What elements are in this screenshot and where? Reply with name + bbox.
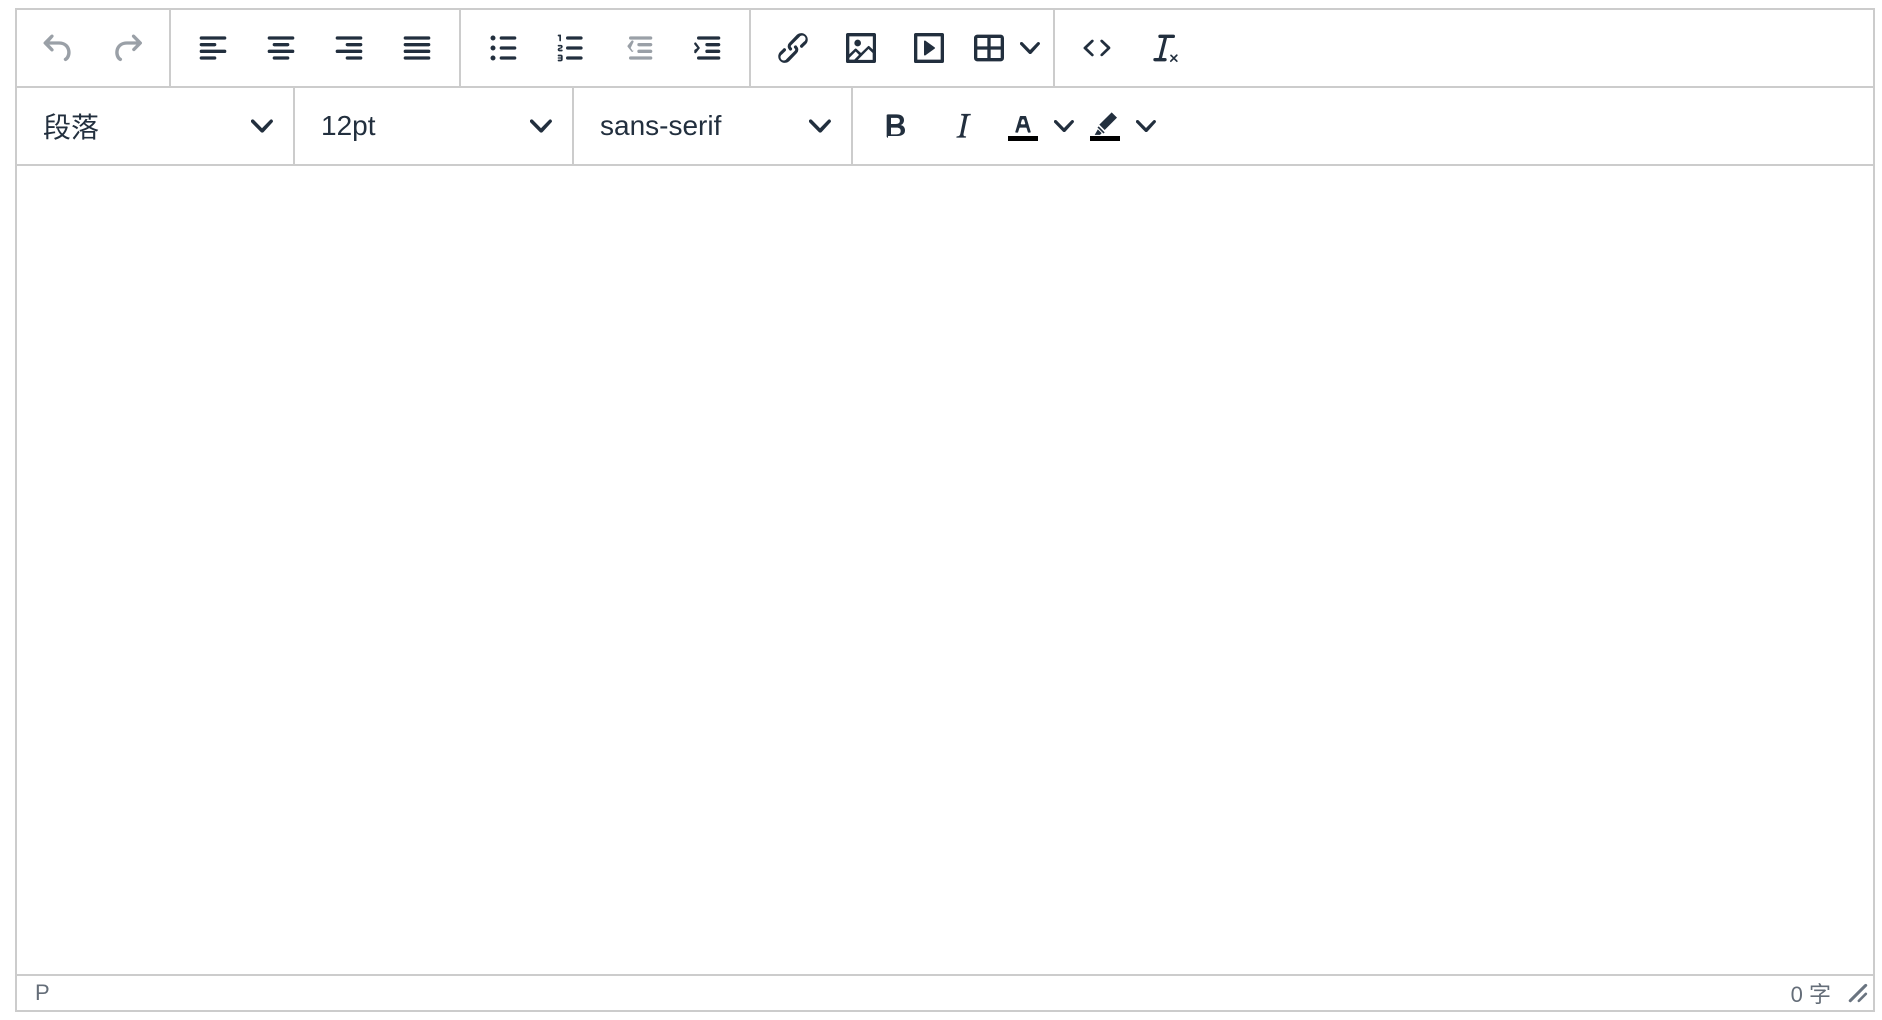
- chevron-down-icon: [1020, 41, 1040, 55]
- italic-icon: [956, 113, 971, 138]
- chevron-down-icon: [809, 119, 831, 133]
- toolbar-row-formatting: 段落 12pt sans-serif: [17, 88, 1873, 166]
- chevron-down-icon: [251, 119, 273, 133]
- image-icon: [846, 33, 876, 63]
- numbered-list-button[interactable]: [537, 9, 605, 87]
- link-icon: [778, 33, 808, 63]
- rich-text-editor: 段落 12pt sans-serif P 0 字: [15, 8, 1875, 1012]
- redo-button[interactable]: [93, 9, 161, 87]
- toolbar-group-insert: [751, 10, 1055, 86]
- toolbar-group-lists: [461, 10, 751, 86]
- highlight-color-button[interactable]: [1079, 87, 1161, 165]
- align-right-button[interactable]: [315, 9, 383, 87]
- source-code-icon: [1083, 39, 1111, 57]
- indent-icon: [694, 36, 721, 60]
- italic-button[interactable]: [929, 87, 997, 165]
- text-color-icon: [1008, 116, 1038, 141]
- outdent-icon: [627, 36, 653, 60]
- media-button[interactable]: [895, 9, 963, 87]
- align-justify-icon: [403, 36, 431, 60]
- editor-content-area[interactable]: [17, 166, 1873, 974]
- redo-icon: [115, 34, 142, 62]
- toolbar-group-tools: [1055, 10, 1207, 86]
- undo-icon: [43, 34, 71, 62]
- highlight-icon: [1090, 112, 1120, 141]
- bold-button[interactable]: [861, 87, 929, 165]
- outdent-button[interactable]: [605, 9, 673, 87]
- indent-button[interactable]: [673, 9, 741, 87]
- font-size-select[interactable]: 12pt: [295, 88, 574, 164]
- chevron-down-icon: [530, 119, 552, 133]
- media-icon: [914, 33, 944, 63]
- align-left-button[interactable]: [179, 9, 247, 87]
- numbered-list-icon: [557, 34, 583, 62]
- toolbar-group-text-style: [853, 88, 1169, 164]
- block-format-select[interactable]: 段落: [17, 88, 295, 164]
- table-icon: [974, 34, 1004, 62]
- font-family-value: sans-serif: [600, 110, 722, 141]
- element-path[interactable]: P: [35, 980, 50, 1006]
- link-button[interactable]: [759, 9, 827, 87]
- block-format-value: 段落: [43, 112, 100, 143]
- bullet-list-icon: [490, 35, 517, 61]
- align-left-icon: [199, 36, 227, 60]
- align-right-icon: [335, 36, 363, 60]
- toolbar-group-alignment: [171, 10, 461, 86]
- image-button[interactable]: [827, 9, 895, 87]
- table-button[interactable]: [963, 9, 1045, 87]
- align-justify-button[interactable]: [383, 9, 451, 87]
- align-center-button[interactable]: [247, 9, 315, 87]
- toolbar-row-primary: [17, 10, 1873, 88]
- text-color-button[interactable]: [997, 87, 1079, 165]
- bold-icon: [886, 114, 905, 138]
- statusbar: P 0 字: [17, 974, 1873, 1010]
- resize-handle-icon[interactable]: [1847, 982, 1869, 1004]
- word-count[interactable]: 0 字: [1791, 977, 1831, 1009]
- toolbar-group-history: [17, 10, 171, 86]
- clear-formatting-button[interactable]: [1131, 9, 1199, 87]
- source-code-button[interactable]: [1063, 9, 1131, 87]
- chevron-down-icon: [1136, 119, 1156, 133]
- bullet-list-button[interactable]: [469, 9, 537, 87]
- align-center-icon: [267, 36, 295, 60]
- clear-formatting-icon: [1153, 34, 1178, 62]
- font-size-value: 12pt: [321, 110, 376, 141]
- undo-button[interactable]: [25, 9, 93, 87]
- chevron-down-icon: [1054, 119, 1074, 133]
- font-family-select[interactable]: sans-serif: [574, 88, 853, 164]
